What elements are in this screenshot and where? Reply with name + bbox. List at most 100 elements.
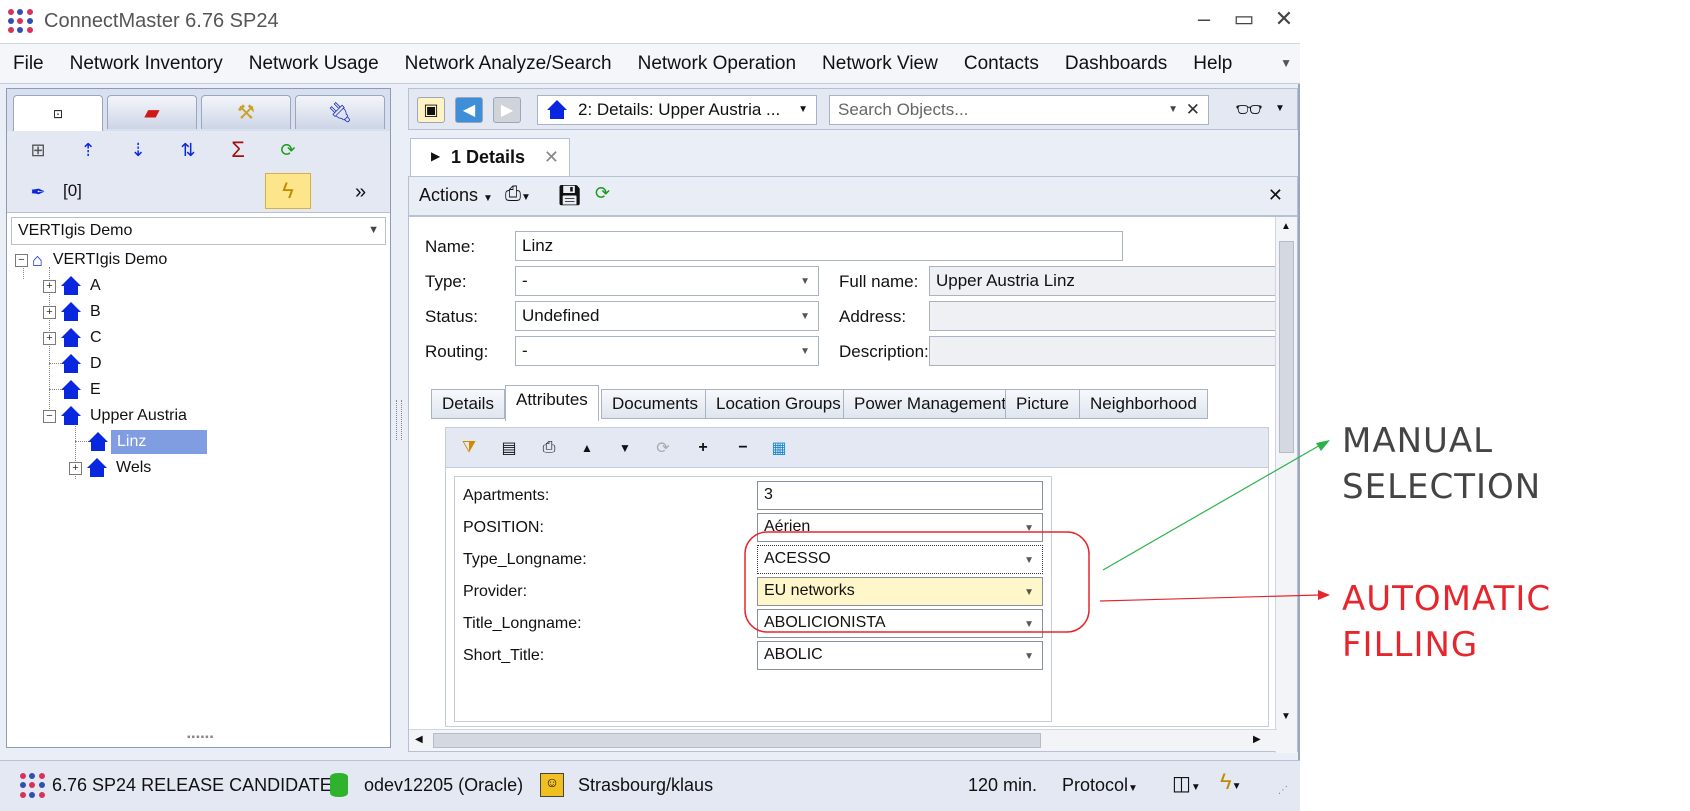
lightning-icon[interactable]: ϟ▼ <box>1220 769 1242 795</box>
actions-menu[interactable]: Actions ▼ <box>419 185 493 206</box>
close-tab-button[interactable]: ✕ <box>544 147 559 168</box>
chevron-down-icon[interactable]: ▼ <box>1168 104 1178 115</box>
close-button[interactable]: ✕ <box>1266 6 1302 32</box>
move-down-icon[interactable]: ⇣ <box>123 135 153 165</box>
remove-icon[interactable]: − <box>730 436 756 460</box>
scroll-down-icon[interactable]: ▼ <box>1281 711 1291 722</box>
refresh-icon[interactable]: ⟳ <box>595 183 610 204</box>
scroll-left-icon[interactable]: ◀ <box>415 734 423 745</box>
project-select[interactable]: VERTIgis Demo ▼ <box>11 217 386 245</box>
search-input[interactable]: Search Objects... ▼ ✕ <box>829 95 1209 125</box>
resize-grip[interactable]: ▪▪▪▪▪▪ <box>187 732 214 743</box>
provider-select[interactable]: EU networks ▼ <box>757 577 1043 606</box>
chevron-down-icon[interactable]: ▼ <box>1275 103 1285 114</box>
status-select[interactable]: Undefined ▼ <box>515 301 819 331</box>
save-icon[interactable]: 💾︎ <box>557 183 582 208</box>
close-panel-button[interactable]: ✕ <box>1268 185 1283 206</box>
apartments-field[interactable]: 3 <box>757 481 1043 510</box>
print-icon[interactable]: ⎙ <box>536 436 562 460</box>
menu-network-usage[interactable]: Network Usage <box>236 44 392 84</box>
routing-select[interactable]: - ▼ <box>515 336 819 366</box>
short-title-select[interactable]: ABOLIC ▼ <box>757 641 1043 670</box>
map-icon[interactable]: ▦ <box>766 436 792 460</box>
move-down-icon[interactable]: ▼ <box>612 436 638 460</box>
resize-grip[interactable]: ⋰ <box>1278 785 1288 796</box>
print-icon[interactable]: ⎙▼ <box>505 183 531 206</box>
tree-node-wels[interactable]: + Wels <box>69 455 157 481</box>
tab-tools[interactable]: ⚒ <box>201 95 291 129</box>
scroll-thumb[interactable] <box>433 733 1041 748</box>
expand-icon[interactable]: + <box>43 331 56 345</box>
more-button[interactable]: » <box>355 181 366 204</box>
swap-icon[interactable]: ⇅ <box>173 135 203 165</box>
forward-icon[interactable]: ▶ <box>493 97 521 123</box>
tree-node-a[interactable]: + A <box>43 273 107 299</box>
scroll-thumb[interactable] <box>1279 241 1294 453</box>
clear-search-button[interactable]: ✕ <box>1186 100 1200 120</box>
tab-neighborhood[interactable]: Neighborhood <box>1079 389 1208 419</box>
filter-icon[interactable]: ⧩ <box>456 436 482 460</box>
expand-all-icon[interactable]: ⊞ <box>23 135 53 165</box>
menu-network-view[interactable]: Network View <box>809 44 951 84</box>
menu-contacts[interactable]: Contacts <box>951 44 1052 84</box>
menu-help[interactable]: Help <box>1180 44 1245 84</box>
position-select[interactable]: Aérien ▼ <box>757 513 1043 542</box>
tab-equipment[interactable]: ▰ <box>107 95 197 129</box>
tab-attributes[interactable]: Attributes <box>505 385 599 421</box>
filter-icon[interactable]: ✒ <box>23 177 53 207</box>
type-longname-select[interactable]: ACESSO ▼ <box>757 545 1043 574</box>
back-icon[interactable]: ◀ <box>455 97 483 123</box>
address-field[interactable] <box>929 301 1277 331</box>
vertical-scrollbar[interactable]: ▲ ▼ <box>1275 217 1297 753</box>
menu-network-operation[interactable]: Network Operation <box>625 44 809 84</box>
sum-icon[interactable]: Σ <box>223 135 253 165</box>
tab-documents[interactable]: Documents <box>601 389 709 419</box>
menu-network-inventory[interactable]: Network Inventory <box>57 44 236 84</box>
move-up-icon[interactable]: ⇡ <box>73 135 103 165</box>
pane-splitter[interactable] <box>396 400 402 440</box>
tree-node-upper-austria[interactable]: − Upper Austria <box>43 403 193 429</box>
tab-location-groups[interactable]: Location Groups <box>705 389 852 419</box>
protocol-menu[interactable]: Protocol▼ <box>1062 775 1138 796</box>
title-longname-select[interactable]: ABOLICIONISTA ▼ <box>757 609 1043 638</box>
fullname-field[interactable]: Upper Austria Linz <box>929 266 1277 296</box>
collapse-icon[interactable]: − <box>43 409 56 423</box>
tab-details[interactable]: Details <box>431 389 505 419</box>
sync-icon[interactable]: ⟳ <box>650 436 676 460</box>
move-up-icon[interactable]: ▲ <box>574 436 600 460</box>
menu-network-analyze-search[interactable]: Network Analyze/Search <box>392 44 625 84</box>
menu-dashboards[interactable]: Dashboards <box>1052 44 1180 84</box>
description-field[interactable] <box>929 336 1277 366</box>
tab-1-details[interactable]: ▶ 1 Details ✕ <box>410 138 570 176</box>
binoculars-icon[interactable]: 👓︎ <box>1235 97 1263 123</box>
name-field[interactable]: Linz <box>515 231 1123 261</box>
tab-power-management[interactable]: Power Management <box>843 389 1018 419</box>
table-icon[interactable]: ▤ <box>496 436 522 460</box>
navigation-dropdown[interactable]: 2: Details: Upper Austria ... ▼ <box>537 95 817 125</box>
expand-icon[interactable]: + <box>43 279 56 293</box>
maximize-button[interactable]: ▭ <box>1226 6 1262 32</box>
menu-overflow-icon[interactable]: ▼ <box>1280 56 1292 70</box>
refresh-icon[interactable]: ⟳ <box>273 135 303 165</box>
tab-picture[interactable]: Picture <box>1005 389 1080 419</box>
tab-tree[interactable]: ⊡ <box>13 95 103 131</box>
tree-node-b[interactable]: + B <box>43 299 107 325</box>
collapse-icon[interactable]: − <box>15 253 28 267</box>
layout-icon[interactable]: ◫▼ <box>1172 771 1201 796</box>
tree-node-root[interactable]: − ⌂ VERTIgis Demo <box>15 247 173 273</box>
lightning-icon[interactable]: ϟ <box>265 173 311 209</box>
type-select[interactable]: - ▼ <box>515 266 819 296</box>
horizontal-scrollbar[interactable]: ◀ ▶ <box>409 729 1277 751</box>
expand-icon[interactable]: + <box>69 461 82 475</box>
tree-node-linz[interactable]: Linz <box>87 429 207 455</box>
add-icon[interactable]: + <box>690 436 716 460</box>
minimize-button[interactable]: – <box>1186 6 1222 32</box>
tree-node-d[interactable]: D <box>60 351 108 377</box>
tree-node-e[interactable]: E <box>60 377 107 403</box>
window-icon[interactable]: ▣ <box>417 97 445 123</box>
menu-file[interactable]: File <box>0 44 57 84</box>
scroll-up-icon[interactable]: ▲ <box>1281 221 1291 232</box>
tab-connect[interactable]: 🔌︎ <box>295 95 385 129</box>
scroll-right-icon[interactable]: ▶ <box>1253 734 1261 745</box>
tree-node-c[interactable]: + C <box>43 325 108 351</box>
